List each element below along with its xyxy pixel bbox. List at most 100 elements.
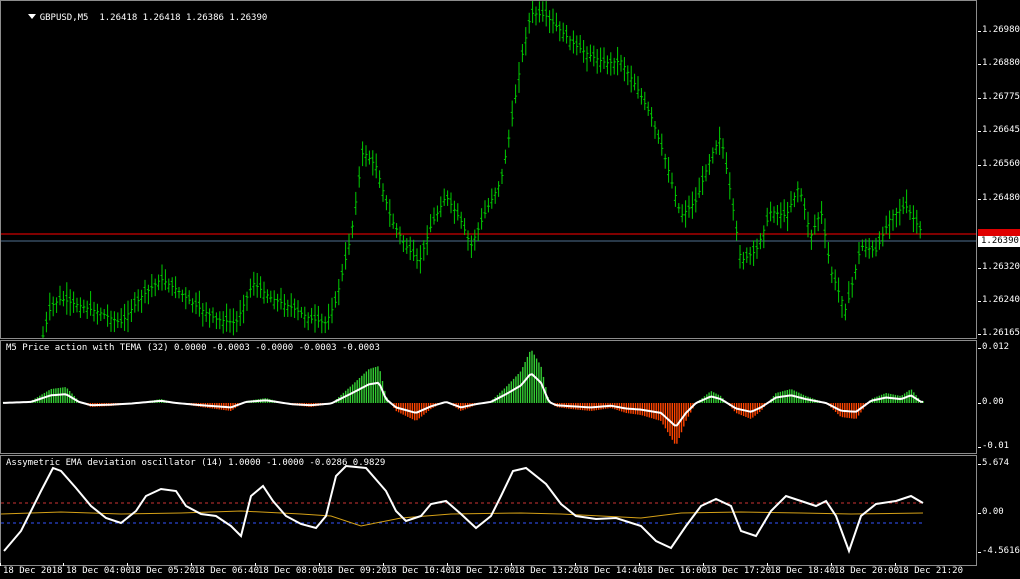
price-bar xyxy=(497,181,501,197)
ema-oscillator-canvas[interactable] xyxy=(1,456,976,565)
price-bar xyxy=(741,251,745,270)
price-bar xyxy=(629,65,633,93)
price-bar xyxy=(908,204,912,220)
price-bar xyxy=(854,264,858,280)
ema-oscillator-label: Assymetric EMA deviation oscillator (14)… xyxy=(6,458,386,468)
price-bar xyxy=(786,201,790,232)
price-bar xyxy=(690,191,694,219)
price-bar xyxy=(68,289,72,316)
price-bar xyxy=(157,274,161,291)
price-bar xyxy=(714,140,718,155)
price-bar xyxy=(350,220,354,239)
price-bar xyxy=(201,303,205,327)
price-bar xyxy=(588,44,592,62)
price-bar xyxy=(245,291,249,311)
price-bar xyxy=(816,212,820,232)
price-bar xyxy=(235,311,239,333)
price-tick: 1.26880 xyxy=(978,58,1020,68)
price-bar xyxy=(633,73,637,91)
price-bar xyxy=(595,49,599,74)
price-bar xyxy=(374,153,378,179)
price-bar xyxy=(242,294,246,324)
price-bar xyxy=(184,287,188,310)
price-bar xyxy=(214,312,218,330)
price-bar xyxy=(55,297,59,313)
tema-indicator-label: M5 Price action with TEMA (32) 0.0000 -0… xyxy=(6,343,380,353)
price-tick: 1.26980 xyxy=(978,25,1020,35)
tema-indicator-canvas[interactable] xyxy=(1,341,976,453)
price-bar xyxy=(636,76,640,99)
time-tick: 18 Dec 2018 xyxy=(0,563,63,576)
tema-indicator-pane[interactable]: M5 Price action with TEMA (32) 0.0000 -0… xyxy=(0,340,977,454)
ema-oscillator-pane[interactable]: Assymetric EMA deviation oscillator (14)… xyxy=(0,455,977,566)
price-bar xyxy=(269,290,273,303)
price-bar xyxy=(112,311,116,333)
price-bar xyxy=(619,54,623,72)
price-chart-pane[interactable]: GBPUSD,M5 1.26418 1.26418 1.26386 1.2639… xyxy=(0,0,977,339)
price-bar xyxy=(327,303,331,330)
price-bar xyxy=(707,154,711,175)
price-bar xyxy=(316,305,320,328)
price-bar xyxy=(289,293,293,317)
price-bar xyxy=(357,166,361,188)
price-bar xyxy=(520,44,524,63)
price-bar xyxy=(378,170,382,188)
price-bar xyxy=(534,6,538,26)
price-bar xyxy=(133,292,137,313)
price-bar xyxy=(731,198,735,221)
price-bar xyxy=(765,207,769,227)
price-bar xyxy=(313,304,317,333)
price-bar xyxy=(779,202,783,229)
price-bar xyxy=(109,310,113,332)
tema-tick: -0.01 xyxy=(977,441,1010,451)
price-bar xyxy=(442,188,446,206)
oscillator-tick: 5.674 xyxy=(977,458,1010,468)
price-chart-canvas[interactable] xyxy=(1,1,976,338)
price-bar xyxy=(480,208,484,230)
price-bar xyxy=(809,229,813,250)
price-bar xyxy=(140,289,144,313)
price-bar xyxy=(857,241,861,265)
price-bar xyxy=(847,281,851,304)
price-bar xyxy=(293,298,297,319)
price-bar xyxy=(599,47,603,73)
tema-axis: 0.012 0.00 -0.01 xyxy=(977,340,1020,454)
collapse-triangle-icon[interactable] xyxy=(27,14,36,19)
time-tick: 18 Dec 06:40 xyxy=(191,563,259,576)
price-bar xyxy=(605,55,609,75)
price-bar xyxy=(123,303,127,331)
ohlc-values: 1.26418 1.26418 1.26386 1.26390 xyxy=(99,13,268,23)
price-bar xyxy=(412,239,416,261)
price-bar xyxy=(748,246,752,265)
price-bar xyxy=(354,191,358,215)
price-bar xyxy=(762,225,766,249)
oscillator-main-line xyxy=(3,464,924,554)
price-bar xyxy=(388,199,392,227)
price-bar xyxy=(432,207,436,225)
price-bar xyxy=(486,197,490,213)
price-axis[interactable]: 1.26980 1.26880 1.26775 1.26645 1.26560 … xyxy=(978,0,1020,339)
price-bar xyxy=(820,201,824,224)
oscillator-tick: 0.00 xyxy=(978,507,1004,517)
price-bar xyxy=(677,203,681,214)
price-bar xyxy=(405,238,409,254)
price-bar xyxy=(119,308,123,329)
price-bar xyxy=(367,150,371,165)
price-bar xyxy=(575,35,579,56)
price-bar xyxy=(524,27,528,56)
price-bar xyxy=(884,215,888,234)
price-bar xyxy=(262,281,266,304)
price-bar xyxy=(204,302,208,322)
price-bar xyxy=(439,196,443,218)
price-bar xyxy=(568,35,572,51)
price-bar xyxy=(92,301,96,322)
price-bar xyxy=(129,299,133,322)
price-bar xyxy=(78,297,82,318)
price-tick: 1.26240 xyxy=(978,295,1020,305)
price-bar xyxy=(718,126,722,155)
price-bar xyxy=(813,214,817,235)
price-bar xyxy=(684,200,688,228)
price-bar xyxy=(44,311,48,333)
price-bar xyxy=(177,286,181,299)
price-bar xyxy=(490,188,494,209)
